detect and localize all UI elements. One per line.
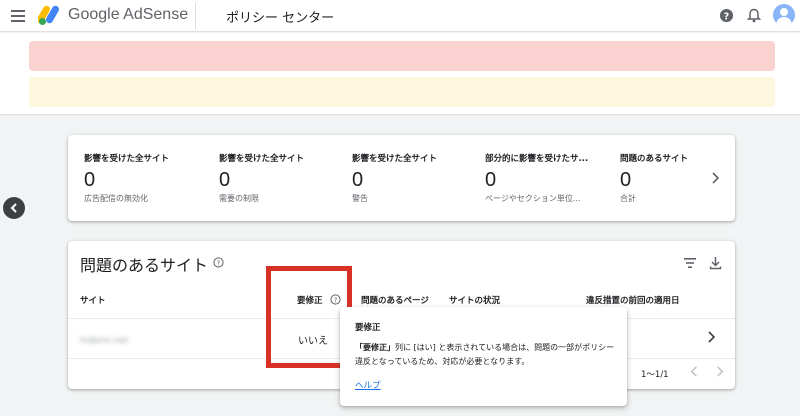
stat-sub: 合計 — [620, 194, 636, 203]
chevron-right-icon[interactable] — [704, 330, 718, 344]
bell-icon[interactable] — [747, 8, 761, 23]
stat-ad-serving-disabled: 影響を受けた全サイト 0 広告配信の無効化 — [84, 152, 169, 204]
chevron-right-icon[interactable] — [713, 365, 726, 378]
warning-banner — [29, 77, 775, 107]
stat-value: 0 — [620, 169, 632, 191]
avatar[interactable] — [773, 4, 795, 26]
stat-label: 影響を受けた全サイト — [352, 154, 438, 164]
header-divider — [195, 3, 196, 29]
help-link[interactable]: ヘルプ — [355, 379, 381, 391]
chevron-right-icon[interactable] — [707, 170, 723, 186]
tooltip-body: 「要修正」列に [はい] と表示されている場合は、問題の一部がポリシー違反となっ… — [355, 341, 617, 369]
help-outline-icon[interactable]: ? — [213, 257, 224, 268]
stat-sub: 警告 — [352, 194, 368, 203]
stat-partially-affected: 部分的に影響を受けたサ... 0 ページやセクション単位... — [485, 152, 588, 204]
table-title: 問題のあるサイト — [80, 256, 209, 275]
tooltip-popup: 要修正 「要修正」列に [はい] と表示されている場合は、問題の一部がポリシー違… — [340, 307, 627, 406]
menu-icon[interactable] — [11, 10, 25, 22]
error-banner — [29, 41, 775, 71]
stat-warning: 影響を受けた全サイト 0 警告 — [352, 152, 437, 204]
stat-label: 問題のあるサイト — [620, 154, 689, 164]
page-title: ポリシー センター — [226, 11, 335, 26]
stat-value: 0 — [84, 169, 96, 191]
stat-value: 0 — [219, 169, 231, 191]
tooltip-body-bold: 「要修正」 — [355, 343, 395, 352]
stat-value: 0 — [485, 169, 497, 191]
stat-sub: ページやセクション単位... — [485, 194, 581, 203]
pagination-range: 1〜1/1 — [641, 370, 669, 380]
tooltip-title: 要修正 — [355, 323, 381, 333]
column-header-problem-pages[interactable]: 問題のあるページ — [361, 294, 429, 306]
stat-label: 影響を受けた全サイト — [219, 154, 305, 164]
svg-text:?: ? — [724, 11, 729, 22]
column-header-last-enforcement-date[interactable]: 違反措置の前回の適用日 — [586, 294, 680, 306]
site-name[interactable]: hidemi.net — [80, 336, 128, 346]
stat-label: 影響を受けた全サイト — [84, 154, 170, 164]
alert-banner-area — [0, 33, 800, 115]
filter-icon[interactable] — [683, 257, 697, 269]
adsense-logo-icon — [38, 5, 59, 25]
download-icon[interactable] — [709, 256, 722, 270]
help-icon[interactable]: ? — [719, 8, 734, 23]
top-app-bar: Google AdSense ポリシー センター ? — [0, 0, 800, 32]
column-header-site[interactable]: サイト — [80, 294, 106, 306]
chevron-left-icon — [10, 203, 17, 213]
column-header-site-status[interactable]: サイトの状況 — [449, 294, 500, 306]
svg-text:?: ? — [217, 259, 221, 267]
stat-value: 0 — [352, 169, 364, 191]
chevron-left-icon[interactable] — [688, 365, 701, 378]
stat-sites-with-issues: 問題のあるサイト 0 合計 — [620, 152, 688, 204]
summary-stats-card: 影響を受けた全サイト 0 広告配信の無効化 影響を受けた全サイト 0 需要の制限… — [68, 135, 735, 221]
back-button[interactable] — [3, 197, 25, 219]
stat-demand-restricted: 影響を受けた全サイト 0 需要の制限 — [219, 152, 304, 204]
stat-label: 部分的に影響を受けたサ... — [485, 154, 589, 164]
stat-sub: 需要の制限 — [219, 194, 259, 203]
brand-name: Google AdSense — [68, 6, 189, 23]
stat-sub: 広告配信の無効化 — [84, 194, 148, 203]
